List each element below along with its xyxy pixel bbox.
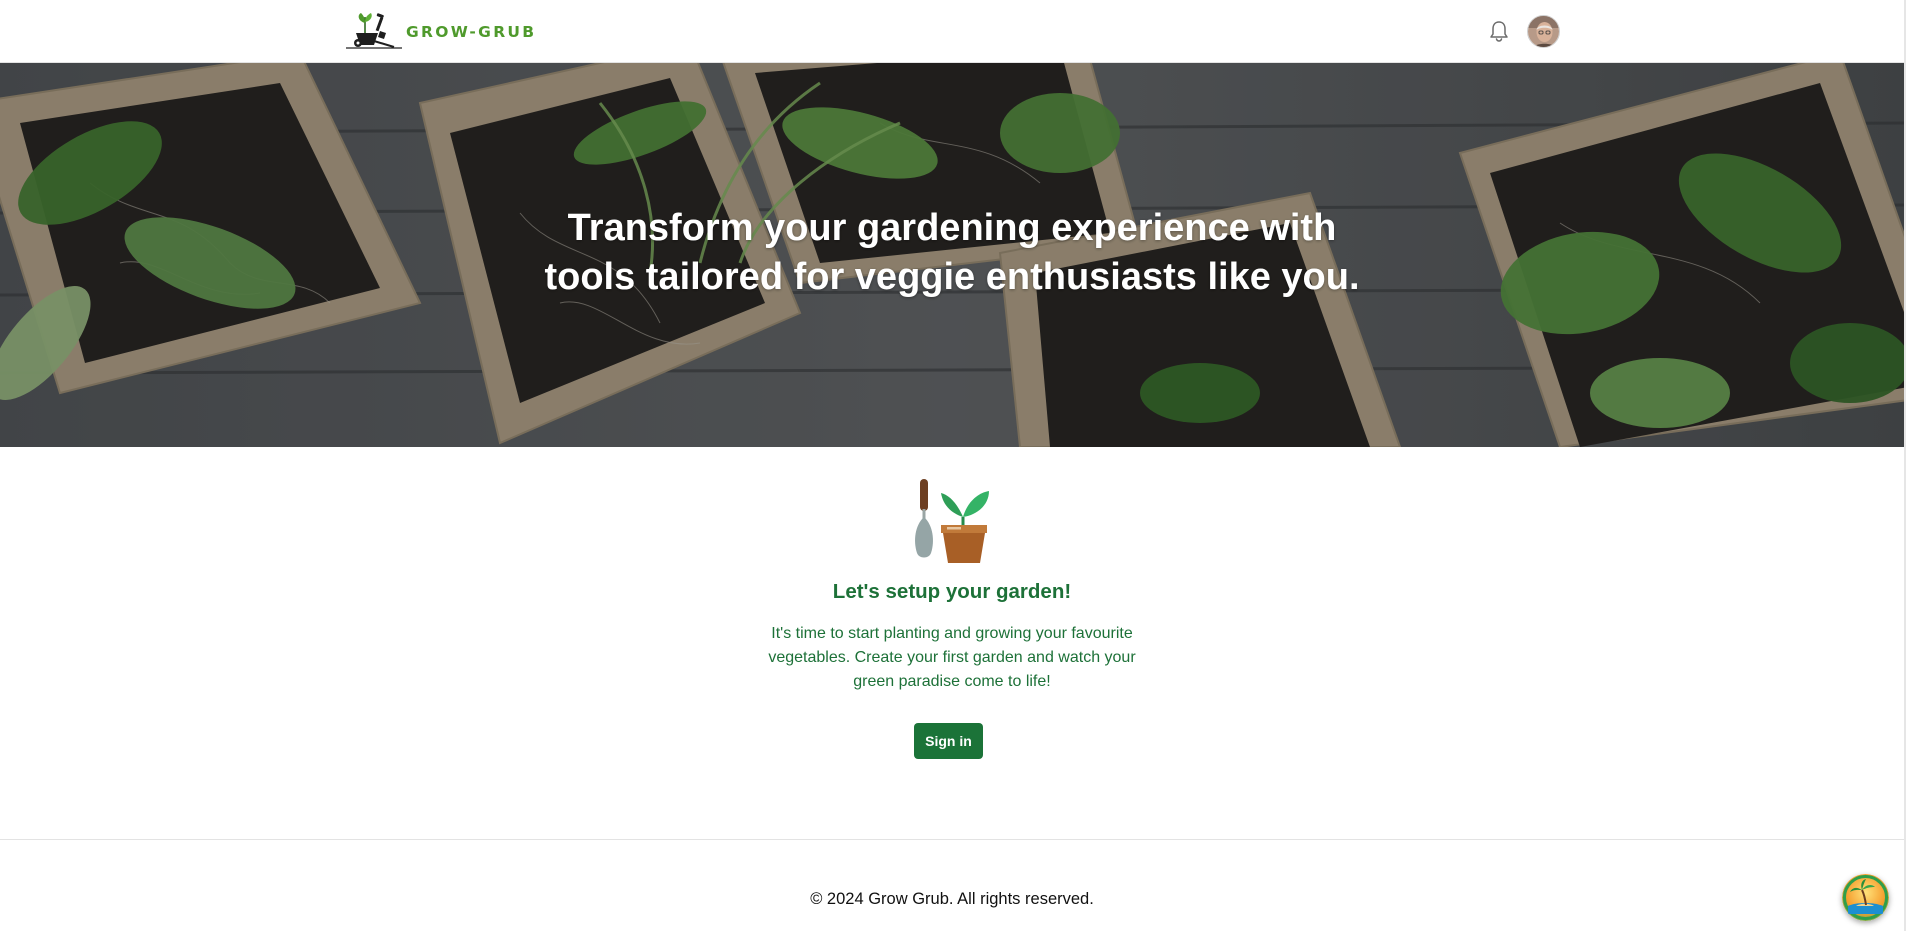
- sign-in-button[interactable]: Sign in: [914, 723, 983, 759]
- trowel-and-potted-plant-icon: [915, 479, 989, 563]
- hero-title: Transform your gardening experience with…: [0, 204, 1904, 302]
- setup-title: Let's setup your garden!: [832, 580, 1072, 603]
- bell-icon[interactable]: [1488, 19, 1510, 43]
- brand-logo[interactable]: GROW-GRUB: [344, 11, 536, 51]
- footer-copyright: © 2024 Grow Grub. All rights reserved.: [810, 890, 1094, 908]
- avatar-portrait-icon: [1528, 16, 1559, 47]
- footer-divider: [0, 839, 1904, 840]
- top-navbar: GROW-GRUB: [0, 0, 1904, 63]
- wheelbarrow-plant-logo-icon: [346, 13, 402, 49]
- tropical-island-icon: [1842, 874, 1889, 921]
- hero-banner: Transform your gardening experience with…: [0, 63, 1904, 447]
- user-avatar[interactable]: [1527, 15, 1560, 48]
- hero-title-line-2: tools tailored for veggie enthusiasts li…: [544, 256, 1360, 298]
- setup-description: It's time to start planting and growing …: [768, 625, 1136, 690]
- floating-assistant-button[interactable]: [1842, 874, 1889, 921]
- hero-title-line-1: Transform your gardening experience with: [567, 207, 1337, 249]
- brand-name: GROW-GRUB: [406, 23, 537, 41]
